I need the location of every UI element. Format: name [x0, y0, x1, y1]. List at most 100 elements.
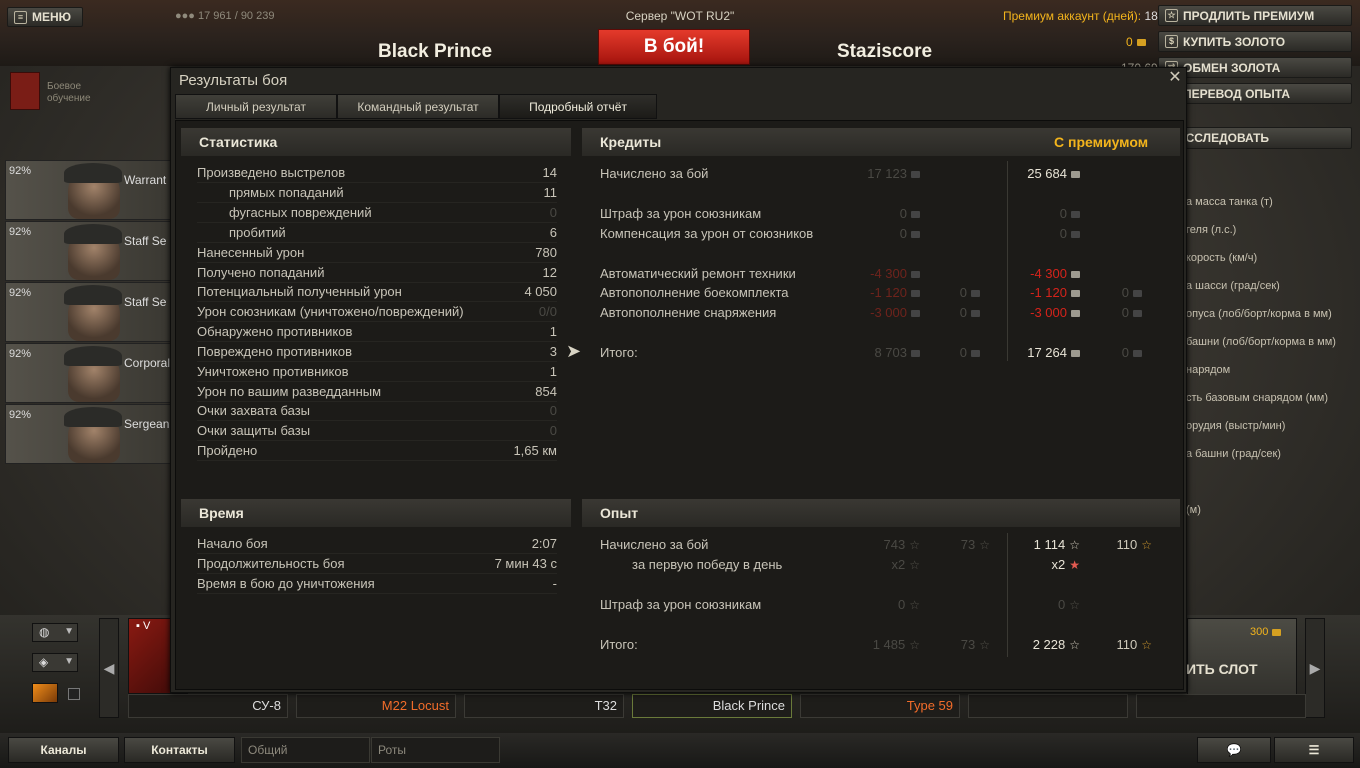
- credit-icon: [1071, 271, 1080, 279]
- channels-button[interactable]: Каналы: [8, 737, 119, 763]
- xp-star-icon: ☆: [1069, 638, 1080, 652]
- stat-label: Обнаружено противников: [197, 324, 353, 339]
- empty-slot[interactable]: [1136, 694, 1306, 718]
- exchange-gold-button[interactable]: ⇄ОБМЕН ЗОЛОТА: [1158, 57, 1352, 78]
- tab-team[interactable]: Командный результат: [337, 94, 499, 119]
- credits-label: Автоматический ремонт техники: [600, 266, 796, 281]
- stat-row: прямых попаданий 11: [197, 183, 557, 203]
- crew-rank: Warrant: [124, 173, 167, 187]
- gold-icon: [1133, 350, 1142, 358]
- time-value: 2:07: [531, 536, 557, 551]
- tank-type-filter[interactable]: [32, 683, 58, 703]
- companies-channel-tab[interactable]: Роты: [371, 737, 500, 763]
- credit-icon: [911, 231, 920, 239]
- credit-icon: [911, 350, 920, 358]
- research-button[interactable]: ИССЛЕДОВАТЬ: [1170, 127, 1352, 149]
- tank-stat: а шасси (град/сек): [1186, 280, 1280, 292]
- stat-value: 6: [549, 225, 557, 240]
- tab-personal[interactable]: Личный результат: [175, 94, 337, 119]
- stat-label: Очки защиты базы: [197, 423, 311, 438]
- menu-icon: ≡: [14, 10, 27, 24]
- crew-member[interactable]: 92% Staff Se: [5, 221, 173, 281]
- crew-cap: [64, 285, 122, 305]
- crew-cap: [64, 407, 122, 427]
- time-value: 7 мин 43 с: [494, 556, 557, 571]
- tank-slot-name: Black Prince: [712, 698, 785, 713]
- training-label[interactable]: Боевое обучение: [47, 81, 91, 105]
- training-icon[interactable]: [10, 72, 40, 110]
- stat-label: Пройдено: [197, 443, 258, 458]
- credit-icon: [1071, 310, 1080, 318]
- battle-button[interactable]: В бой!: [598, 29, 750, 65]
- stat-value: 3: [549, 344, 557, 359]
- buy-gold-label: КУПИТЬ ЗОЛОТО: [1183, 34, 1286, 49]
- chat-icon[interactable]: 💬: [1197, 737, 1271, 763]
- credits-prem-value: 0: [1059, 206, 1067, 221]
- stat-value: 1,65 км: [513, 443, 557, 458]
- tank-slot-selected[interactable]: Black Prince: [632, 694, 792, 718]
- xp-base-value: 1 485: [872, 637, 906, 652]
- tank-slot[interactable]: СУ-8: [128, 694, 288, 718]
- credits-prem-value: 17 264: [1027, 345, 1067, 360]
- stat-row: пробитий 6: [197, 223, 557, 243]
- credits-label: Автопополнение боекомплекта: [600, 285, 789, 300]
- contacts-button[interactable]: Контакты: [124, 737, 235, 763]
- first-win-star-icon: ★: [1069, 558, 1080, 572]
- tank-stat: корость (км/ч): [1186, 252, 1258, 264]
- tab-detailed[interactable]: Подробный отчёт: [499, 94, 657, 119]
- credits-base-value: -3 000: [870, 305, 907, 320]
- credits-base-gold: 0: [959, 305, 967, 320]
- xp-base-value: x2: [891, 557, 906, 572]
- first-win-star-icon: ☆: [909, 558, 920, 572]
- channels-label: Каналы: [40, 743, 87, 757]
- players-online-value: 17 961 / 90 239: [198, 10, 275, 22]
- tank-slot[interactable]: T32: [464, 694, 624, 718]
- slot-price-value: 300: [1250, 626, 1269, 638]
- stat-row: Пройдено 1,65 км: [197, 441, 557, 461]
- crew-member[interactable]: 92% Sergean: [5, 404, 173, 464]
- tank-slot[interactable]: Type 59: [800, 694, 960, 718]
- carousel-right-arrow-icon[interactable]: ▶: [1305, 618, 1325, 718]
- tank-stat: нарядом: [1186, 364, 1231, 376]
- tank-slot[interactable]: M22 Locust: [296, 694, 456, 718]
- xp-base-free: 73: [960, 537, 976, 552]
- convert-xp-button[interactable]: ★ПЕРЕВОД ОПЫТА: [1158, 83, 1352, 104]
- filter-checkbox[interactable]: [68, 688, 80, 700]
- empty-slot[interactable]: [968, 694, 1128, 718]
- credits-base-value: 8 703: [874, 345, 907, 360]
- stat-value: 0: [549, 205, 557, 220]
- language-select[interactable]: ◍ ▼: [32, 623, 78, 642]
- stat-value: 854: [535, 384, 557, 399]
- credits-base-value: 17 123: [867, 166, 907, 181]
- buy-gold-button[interactable]: $ КУПИТЬ ЗОЛОТО: [1158, 31, 1352, 52]
- close-icon[interactable]: ✕: [1167, 70, 1183, 86]
- carousel-left-arrow-icon[interactable]: ◀: [99, 618, 119, 718]
- crew-member[interactable]: 92% Warrant: [5, 160, 173, 220]
- credits-table: Начислено за бой 17 123 25 684 Штраф за …: [600, 164, 1180, 364]
- stat-label: Урон по вашим разведданным: [197, 384, 382, 399]
- slot-price: 300: [1250, 626, 1282, 638]
- general-channel-tab[interactable]: Общий: [241, 737, 370, 763]
- xp-label: Начислено за бой: [600, 537, 709, 552]
- crew-cap: [64, 224, 122, 244]
- nation-filter[interactable]: ◈ ▼: [32, 653, 78, 672]
- server-label: Сервер "WOT RU2": [625, 9, 735, 23]
- gold-coin-icon: $: [1165, 35, 1178, 48]
- extend-premium-button[interactable]: ☆ ПРОДЛИТЬ ПРЕМИУМ: [1158, 5, 1352, 26]
- crew-member[interactable]: 92% Staff Se: [5, 282, 173, 342]
- tank-slot-name: M22 Locust: [381, 698, 449, 713]
- stat-value: 14: [542, 165, 557, 180]
- crew-cap: [64, 163, 122, 183]
- crew-rank: Staff Se: [124, 234, 167, 248]
- tank-stat: опуса (лоб/борт/корма в мм): [1186, 308, 1332, 320]
- stat-label: Потенциальный полученный урон: [197, 284, 402, 299]
- time-table: Начало боя 2:07 Продолжительность боя 7 ми…: [197, 534, 557, 596]
- crew-member[interactable]: 92% Corporal: [5, 343, 173, 403]
- stat-row: Очки захвата базы 0: [197, 401, 557, 421]
- tab-label: Личный результат: [206, 99, 306, 114]
- credits-header: Кредиты С премиумом: [582, 128, 1180, 156]
- notifications-list-icon[interactable]: ☰: [1274, 737, 1354, 763]
- menu-button[interactable]: ≡ МЕНЮ: [7, 7, 83, 27]
- time-header: Время: [181, 499, 571, 527]
- stat-row: Урон по вашим разведданным 854: [197, 382, 557, 402]
